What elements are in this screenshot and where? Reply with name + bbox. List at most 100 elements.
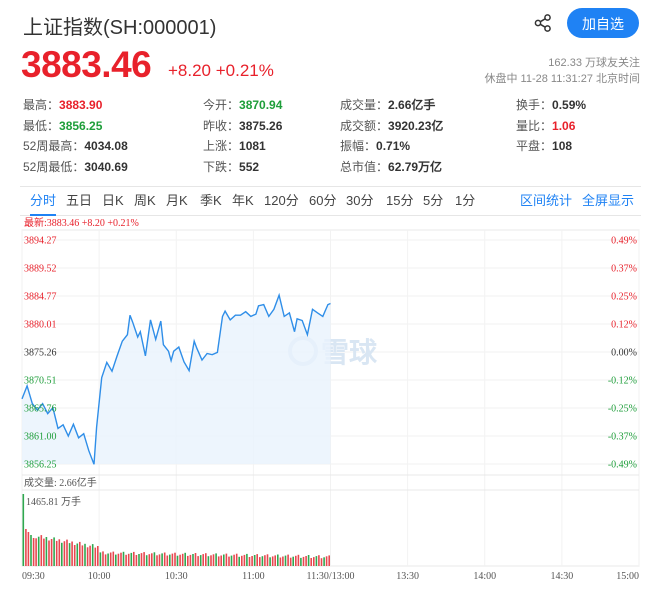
volume-bar — [112, 551, 115, 566]
x-tick-label: 14:30 — [550, 571, 573, 582]
volume-bar — [307, 555, 310, 566]
volume-bar — [25, 529, 27, 566]
volume-bar — [261, 556, 264, 566]
volume-bar — [63, 541, 66, 566]
volume-bar — [156, 555, 158, 566]
volume-bar — [328, 555, 330, 566]
volume-bar — [40, 535, 43, 566]
volume-bar — [166, 555, 169, 566]
volume-bar — [266, 554, 269, 566]
volume-bar — [235, 553, 238, 566]
volume-bar — [43, 538, 45, 566]
volume-bar — [84, 543, 86, 566]
volume-bar — [109, 552, 112, 566]
volume-bar — [73, 545, 76, 566]
volume-bar — [50, 539, 53, 567]
volume-bar — [79, 541, 81, 566]
volume-bar — [282, 556, 284, 566]
volume-bar — [158, 554, 161, 566]
pct-tick-label: 0.25% — [611, 291, 637, 302]
y-tick-label: 3889.52 — [24, 263, 57, 274]
volume-bar — [86, 547, 89, 567]
y-tick-label: 3884.77 — [24, 291, 57, 302]
volume-bar — [277, 554, 279, 566]
volume-bar — [259, 557, 261, 566]
y-tick-label: 3875.26 — [24, 348, 57, 359]
volume-bar — [233, 554, 235, 566]
volume-label: 成交量: 2.66亿手 — [24, 476, 97, 489]
volume-bar — [194, 553, 197, 566]
volume-bar — [192, 554, 194, 566]
volume-max-label: 1465.81 万手 — [26, 495, 81, 508]
y-tick-label: 3856.25 — [24, 460, 57, 471]
volume-bar — [199, 555, 202, 566]
volume-bar — [289, 557, 292, 566]
y-tick-label: 3880.01 — [24, 320, 57, 331]
volume-bar — [253, 555, 256, 566]
volume-bar — [230, 555, 233, 566]
volume-bar — [27, 532, 30, 566]
volume-bar — [148, 554, 151, 566]
volume-bar — [264, 555, 266, 566]
pct-tick-label: -0.25% — [608, 403, 637, 414]
volume-bar — [189, 554, 192, 566]
volume-bar — [122, 551, 125, 566]
volume-bar — [300, 557, 302, 566]
volume-bar — [325, 556, 328, 566]
volume-bar — [117, 553, 120, 566]
volume-bar — [153, 552, 156, 566]
volume-bar — [45, 537, 48, 566]
volume-bar — [181, 553, 184, 566]
volume-bar — [58, 539, 61, 566]
volume-bar — [163, 552, 166, 566]
volume-bar — [99, 552, 102, 567]
volume-bar — [174, 552, 176, 566]
volume-bar — [145, 555, 148, 566]
latest-price-label: 最新:3883.46 +8.20 +0.21% — [24, 216, 139, 229]
x-tick-label: 11:30/13:00 — [307, 571, 355, 582]
volume-bar — [223, 554, 225, 566]
volume-bar — [102, 551, 104, 566]
x-tick-label: 09:30 — [22, 571, 45, 582]
volume-bar — [35, 538, 37, 567]
volume-bar — [246, 553, 248, 566]
volume-bar — [225, 553, 228, 566]
volume-bar — [217, 556, 220, 566]
volume-bar — [305, 556, 307, 567]
volume-bar — [215, 553, 217, 566]
volume-bar — [61, 542, 63, 567]
volume-bar — [256, 554, 258, 566]
volume-bar — [22, 494, 25, 566]
y-tick-label: 3861.00 — [24, 432, 57, 443]
volume-bar — [171, 553, 174, 566]
pct-tick-label: -0.37% — [608, 432, 637, 443]
volume-bar — [320, 558, 323, 566]
volume-bar — [125, 554, 127, 566]
volume-bar — [220, 555, 222, 566]
volume-bar — [197, 556, 199, 566]
volume-bar — [210, 555, 212, 566]
volume-bar — [48, 540, 50, 566]
pct-tick-label: 0.12% — [611, 320, 637, 331]
volume-bar — [287, 554, 289, 566]
y-tick-label: 3865.76 — [24, 403, 57, 414]
volume-bar — [251, 556, 253, 566]
volume-bar — [91, 544, 94, 566]
volume-bar — [297, 554, 300, 566]
volume-bar — [68, 543, 71, 566]
volume-bar — [274, 555, 276, 566]
volume-bar — [315, 556, 318, 566]
volume-bar — [179, 554, 181, 566]
volume-bar — [323, 557, 325, 566]
volume-bar — [55, 540, 58, 566]
pct-tick-label: 0.00% — [611, 348, 637, 359]
volume-bar — [243, 554, 246, 566]
volume-bar — [94, 547, 97, 566]
volume-bar — [53, 537, 55, 566]
volume-bar — [284, 555, 287, 566]
volume-bar — [37, 536, 40, 566]
volume-bar — [310, 558, 312, 566]
volume-bar — [205, 553, 207, 566]
volume-bar — [120, 552, 122, 566]
volume-bar — [187, 555, 189, 566]
